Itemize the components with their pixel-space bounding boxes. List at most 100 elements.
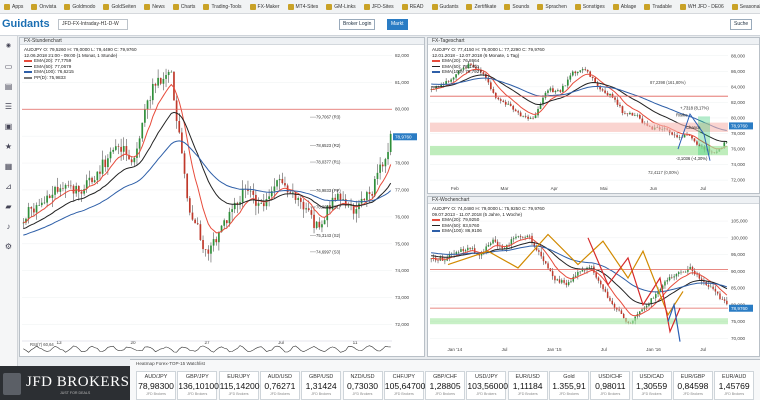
x-tick-label: Mai [600, 186, 607, 191]
bookmark-item[interactable]: WH JFD - DE06 [679, 3, 724, 10]
hourly-chart-svg[interactable]: 82,00081,00080,00079,00078,00077,00076,0… [20, 38, 425, 357]
candle-body [611, 93, 614, 98]
user-avatar-icon[interactable]: ◉ [3, 42, 14, 51]
bookmark-item[interactable]: FX-Maker [249, 3, 280, 10]
bookmark-item[interactable]: Charts [172, 3, 195, 10]
watchlist-tile[interactable]: EUR/USD 1,11184 JFD Brokers [507, 371, 548, 400]
candle-body [549, 88, 552, 91]
pivot-label: 79,7067 (R3) [316, 115, 341, 120]
chat-icon[interactable]: ▤ [3, 82, 14, 91]
monitor-icon[interactable]: ▭ [3, 62, 14, 71]
tile-broker: JFD Brokers [641, 392, 662, 396]
settings-icon[interactable]: ⚙ [3, 242, 14, 251]
workspace-tab[interactable]: JFD-FX-Intraday-H1-D-W [58, 19, 128, 30]
chance-zone [430, 145, 728, 156]
broker-banner[interactable]: JFD BROKERS JUST FOR DEALS [0, 366, 130, 400]
bookmark-item[interactable]: News [144, 3, 165, 10]
candle-body [567, 282, 570, 286]
bookmark-item[interactable]: Tradable [644, 3, 672, 10]
candle-body [509, 103, 512, 106]
fib-label: 87,2398 (161,80%) [650, 80, 686, 85]
grid-icon[interactable]: ▦ [3, 162, 14, 171]
bookmark-item[interactable]: Goldmodo [64, 3, 95, 10]
broker-login-button[interactable]: Broker Login [339, 19, 376, 30]
y-tick-label: 88,000 [731, 53, 745, 58]
watchlist-tile[interactable]: USD/CAD 1,30559 JFD Brokers [631, 371, 672, 400]
watchlist-tile[interactable]: AUD/JPY 78,98300 JFD Brokers [136, 371, 176, 400]
bookmark-item[interactable]: Zertifikate [466, 3, 496, 10]
list-icon[interactable]: ☰ [3, 102, 14, 111]
bookmark-item[interactable]: GM-Links [326, 3, 356, 10]
candle-body [297, 198, 300, 200]
bookmark-item[interactable]: READ [401, 3, 424, 10]
watchlist-tile[interactable]: NZD/USD 0,73030 JFD Brokers [342, 371, 383, 400]
bookmark-item[interactable]: Onvista [31, 3, 56, 10]
daily-chart-panel[interactable]: FX-Tageschart 88,000 86,000 84,000 82,000 80… [427, 37, 760, 194]
x-tick-label: Jan '15 [547, 347, 562, 352]
bookmark-item[interactable]: Trading-Tools [203, 3, 242, 10]
candle-body [638, 114, 641, 119]
y-tick-label: 81,000 [395, 80, 409, 85]
y-tick-label: 77,000 [395, 187, 409, 192]
watchlist-tile[interactable]: GBP/USD 1,31424 JFD Brokers [301, 371, 342, 400]
candle-body [529, 117, 532, 119]
candle-body [655, 294, 657, 299]
candle-body [80, 191, 83, 194]
bookmark-item[interactable]: Sounds [504, 3, 529, 10]
candle-body [696, 141, 698, 145]
candle-body [447, 81, 450, 82]
candle-body [228, 211, 231, 224]
candle-body [547, 90, 549, 93]
briefcase-icon[interactable]: ▣ [3, 122, 14, 131]
candle-body [492, 89, 495, 93]
weekly-chart-panel[interactable]: FX-Wochenchart 105,000 100,000 95,000 90,00… [427, 196, 760, 357]
chart-icon[interactable]: ⊿ [3, 182, 14, 191]
candle-body [114, 146, 117, 150]
watchlist-tile[interactable]: AUD/USD 0,76271 JFD Brokers [259, 371, 300, 400]
watchlist-tile[interactable]: GBP/JPY 136,10100 JFD Brokers [177, 371, 219, 400]
bookmark-item[interactable]: GoldSeiten [103, 3, 136, 10]
bookmark-item[interactable]: Sonstiges [574, 3, 605, 10]
bookmark-item[interactable]: Apps [4, 3, 23, 10]
tile-price: 1.355,91 [552, 381, 586, 391]
bookmark-label: Ablage [620, 3, 637, 10]
watchlist-tile[interactable]: Gold 1.355,91 JFD Brokers [549, 371, 589, 400]
candle-body [27, 207, 30, 219]
watchlist-tile[interactable]: USD/CHF 0,98011 JFD Brokers [590, 371, 631, 400]
bookmark-item[interactable]: Sprachen [537, 3, 567, 10]
watchlist-tile[interactable]: USD/JPY 103,56000 JFD Brokers [466, 371, 508, 400]
hourly-chart-panel[interactable]: FX-Stundenchart 82,00081,00080,00079,000… [19, 37, 425, 357]
bookmark-label: Sonstiges [582, 3, 605, 10]
bookmark-item[interactable]: Gudants [431, 3, 458, 10]
star-icon[interactable]: ★ [3, 142, 14, 151]
candle-body [323, 220, 326, 225]
candle-body [215, 239, 218, 243]
bookmark-item[interactable]: SeasonalBull [731, 3, 760, 10]
bookmark-item[interactable]: Ablage [612, 3, 637, 10]
bell-icon[interactable]: ♪ [3, 222, 14, 231]
candle-body [444, 260, 446, 262]
tile-broker: JFD Brokers [311, 392, 332, 396]
watchlist-title: Heatmap Forex-TOP-15 Watchlist [136, 361, 205, 366]
candle-body [207, 249, 210, 254]
candle-body [609, 297, 611, 301]
candle-body [284, 183, 286, 186]
watchlist-tile[interactable]: CHF/JPY 105,64700 JFD Brokers [383, 371, 425, 400]
watchlist-tile[interactable]: GBP/CHF 1,28805 JFD Brokers [425, 371, 466, 400]
market-button[interactable]: Markt [387, 19, 408, 30]
bookmark-item[interactable]: MT4-Sites [287, 3, 318, 10]
search-button[interactable]: Suche [730, 19, 753, 30]
candle-body [572, 276, 575, 282]
candle-body [547, 263, 549, 269]
watchlist-tile[interactable]: EUR/GBP 0,84598 JFD Brokers [672, 371, 713, 400]
bookmark-item[interactable]: JFD-Sites [363, 3, 394, 10]
candle-body [149, 100, 152, 101]
candle-body [464, 250, 467, 252]
watchlist-tile[interactable]: EUR/JPY 115,14200 JFD Brokers [218, 371, 260, 400]
candle-body [88, 177, 91, 181]
guidants-logo[interactable]: Guidants [2, 18, 50, 30]
folder-icon[interactable]: ▰ [3, 202, 14, 211]
candle-body [621, 106, 624, 114]
candle-body [515, 236, 517, 239]
watchlist-tile[interactable]: EUR/AUD 1,45769 JFD Brokers [714, 371, 755, 400]
